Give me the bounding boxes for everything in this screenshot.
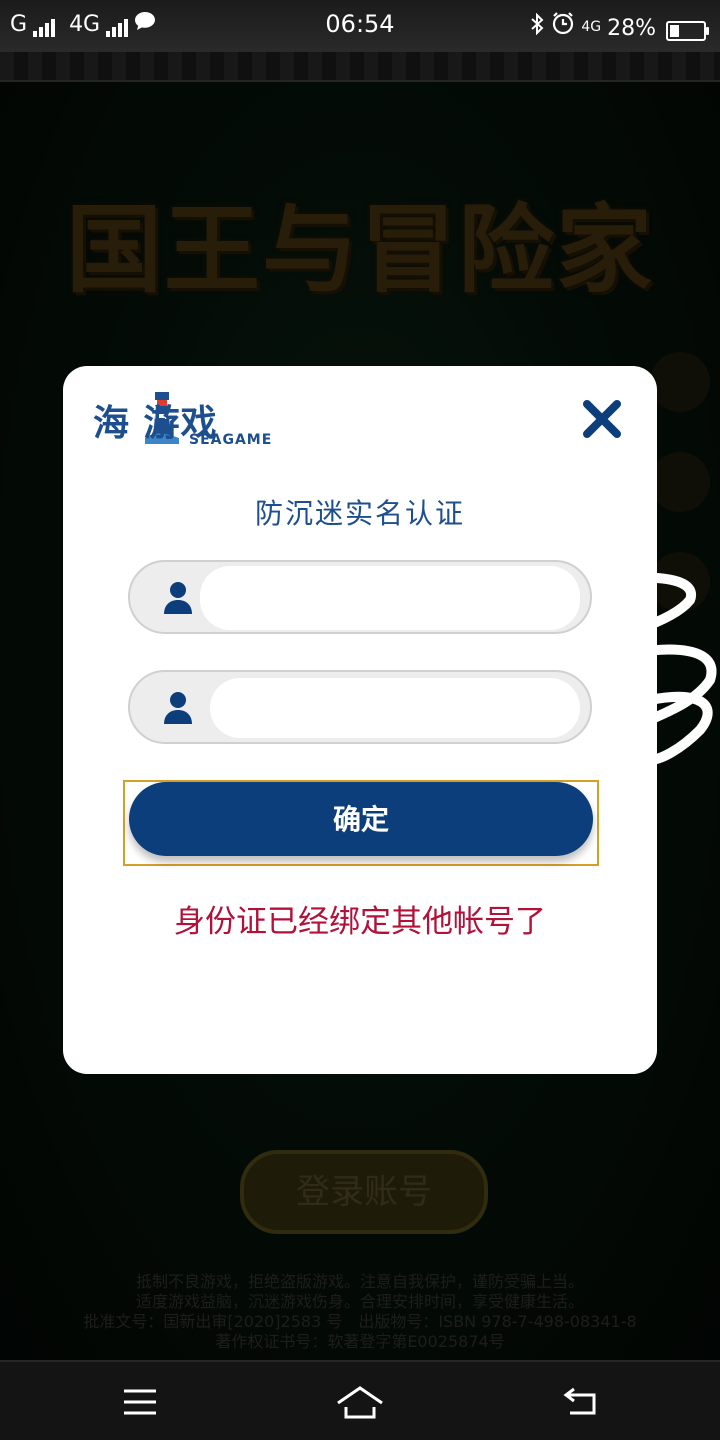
user-icon	[164, 692, 192, 724]
id-number-field[interactable]	[128, 670, 592, 744]
back-button[interactable]	[556, 1378, 604, 1426]
home-icon	[337, 1386, 383, 1419]
redaction-mark	[210, 678, 580, 738]
seagame-logo: 海 游戏 SEAGAME	[93, 386, 283, 450]
menu-button[interactable]	[116, 1378, 164, 1426]
name-field[interactable]	[128, 560, 592, 634]
back-icon	[563, 1387, 596, 1415]
menu-icon	[124, 1389, 156, 1415]
network-badge: 4G	[581, 19, 602, 35]
battery-fill	[670, 25, 679, 37]
battery-icon	[666, 21, 709, 41]
home-button[interactable]	[336, 1378, 384, 1426]
status-bar: G 4G 06:54 4G 28%	[0, 0, 720, 52]
status-right: 4G 28%	[529, 11, 709, 41]
screen: G 4G 06:54 4G 28% 国王与冒险家 登录账号 抵制不良游戏，拒绝盗…	[0, 0, 720, 1440]
error-message: 身份证已经绑定其他帐号了	[174, 904, 546, 940]
logo-subtext: SEAGAME	[189, 432, 273, 448]
battery-percent: 28%	[607, 16, 656, 41]
close-button[interactable]	[579, 396, 625, 442]
dialog-title: 防沉迷实名认证	[254, 497, 465, 530]
user-icon	[164, 582, 192, 614]
real-name-auth-dialog: 海 游戏 SEAGAME 防沉迷实名认证 确定 身份证已经绑定其他帐号了	[63, 366, 657, 1074]
redaction-mark	[200, 566, 580, 630]
close-icon	[583, 400, 621, 438]
bluetooth-icon	[529, 12, 545, 41]
navigation-bar	[0, 1360, 720, 1440]
alarm-icon	[551, 11, 575, 41]
confirm-button[interactable]: 确定	[129, 782, 593, 856]
